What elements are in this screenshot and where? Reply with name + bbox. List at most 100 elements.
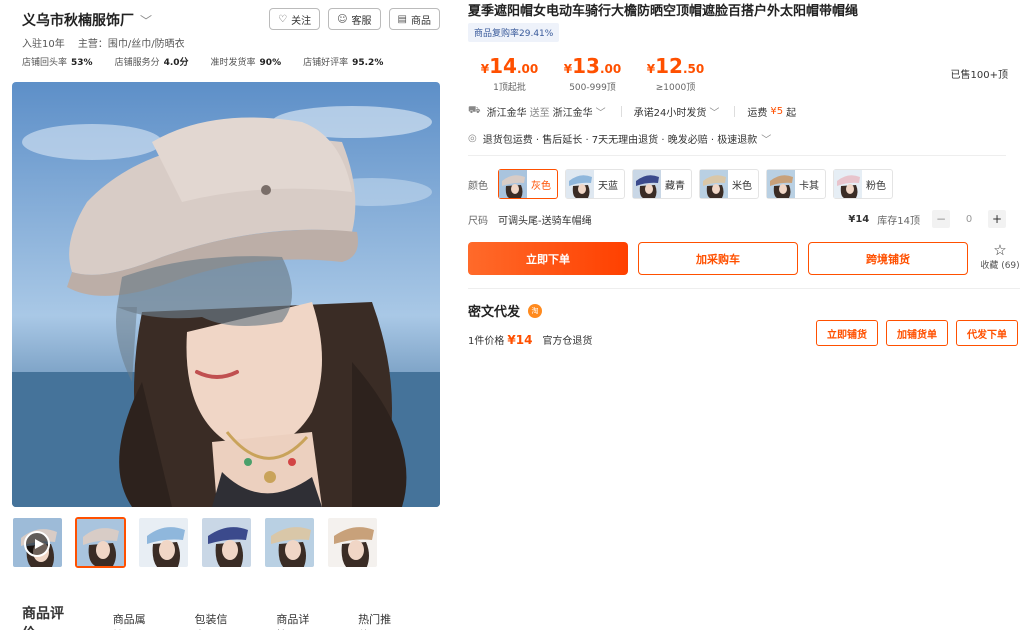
color-option-navy[interactable]: 藏青 [632, 169, 692, 199]
favorite-button[interactable]: ☆ 收藏 (69) [976, 241, 1024, 272]
stat-label: 店铺回头率 [22, 58, 68, 68]
chevron-down-icon[interactable]: ﹀ [709, 104, 719, 119]
dropship-order-button[interactable]: 代发下单 [956, 320, 1018, 346]
shipping-row: ⛟ 浙江金华 送至 浙江金华 ﹀ 承诺24小时发货 ﹀ 运费 ¥5 起 [468, 104, 796, 119]
add-to-cart-button[interactable]: 加采购车 [638, 242, 798, 275]
color-label: 颜色 [468, 180, 488, 192]
color-option-pink[interactable]: 粉色 [833, 169, 893, 199]
ship-to[interactable]: 浙江金华 [553, 104, 593, 119]
size-quantity: ¥14 库存14顶 − 0 + [848, 210, 1006, 228]
products-button[interactable]: ▤ 商品 [388, 8, 440, 30]
thumbnail-navy[interactable] [201, 517, 252, 568]
store-icon: ▤ [397, 13, 407, 25]
dropship-buttons: 立即铺货 加铺货单 代发下单 [816, 320, 1018, 346]
services-row[interactable]: ◎ 退货包运费 · 售后延长 · 7天无理由退货 · 晚发必赔 · 极速退款 ﹀ [468, 131, 777, 146]
stat-value: 4.0分 [163, 58, 189, 68]
swatch-image [566, 170, 594, 198]
price-int: 13 [572, 54, 600, 78]
tab-recommendations[interactable]: 热门推荐 [358, 611, 398, 630]
price-dec: .50 [682, 62, 705, 76]
dropship-info: 1件价格 ¥14 官方仓退货 [468, 332, 593, 348]
swatch-label: 米色 [732, 180, 752, 192]
dropship-price-label: 1件价格 [468, 336, 505, 347]
dropship-returns: 官方仓退货 [542, 336, 593, 347]
stat-return-rate: 店铺回头率 53% [22, 55, 93, 68]
swatch-image [834, 170, 862, 198]
stat-value: 95.2% [352, 58, 384, 68]
decrease-button[interactable]: − [932, 210, 950, 228]
truck-icon: ⛟ [468, 105, 481, 116]
color-selector: 颜色 灰色 天蓝 藏青 米色 卡其 粉色 [468, 169, 893, 199]
stat-positive-rate: 店铺好评率 95.2% [303, 55, 383, 68]
divider [620, 106, 622, 117]
thumbnail-beige[interactable] [264, 517, 315, 568]
size-price: ¥14 [848, 213, 870, 225]
thumbnail-khaki[interactable] [327, 517, 378, 568]
product-title: 夏季遮阳帽女电动车骑行大檐防晒空顶帽遮脸百搭户外太阳帽带帽绳 [468, 4, 859, 19]
price-qty: 1顶起批 [493, 83, 526, 93]
swatch-label: 灰色 [531, 180, 551, 192]
main-product-image[interactable] [12, 82, 440, 507]
buy-now-button[interactable]: 立即下单 [468, 242, 628, 275]
services-text: 退货包运费 · 售后延长 · 7天无理由退货 · 晚发必赔 · 极速退款 [482, 135, 758, 146]
divider [468, 155, 1006, 156]
dropship-title: 密文代发 淘 [468, 301, 543, 320]
price-value: ¥13.00 [551, 54, 634, 78]
tab-packaging[interactable]: 包装信息 [195, 611, 235, 630]
cross-border-button[interactable]: 跨境铺货 [808, 242, 968, 275]
chat-icon: ☺ [337, 13, 348, 25]
service-label: 客服 [351, 15, 372, 27]
stat-label: 店铺好评率 [303, 58, 349, 68]
heart-plus-icon: ♡ [278, 13, 288, 25]
ship-to-label: 送至 [529, 108, 550, 119]
swatch-label: 天蓝 [598, 180, 618, 192]
chevron-down-icon[interactable]: ﹀ [140, 14, 152, 28]
detail-tabs: 商品评价 商品属性 包装信息 商品详情 热门推荐 [22, 603, 440, 630]
swatch-image [767, 170, 795, 198]
price-dec: .00 [599, 62, 622, 76]
color-option-sky-blue[interactable]: 天蓝 [565, 169, 625, 199]
currency: ¥ [646, 62, 656, 76]
list-now-button[interactable]: 立即铺货 [816, 320, 878, 346]
shop-stats: 店铺回头率 53% 店铺服务分 4.0分 准时发货率 90% 店铺好评率 95.2% [22, 55, 383, 68]
quantity-input[interactable]: 0 [958, 214, 980, 225]
currency: ¥ [563, 62, 573, 76]
color-option-gray[interactable]: 灰色 [498, 169, 558, 199]
swatch-image [700, 170, 728, 198]
tab-details[interactable]: 商品详情 [276, 611, 316, 630]
ship-fee: ¥5 [770, 106, 784, 117]
thumbnail-gray[interactable] [75, 517, 126, 568]
add-listing-button[interactable]: 加铺货单 [886, 320, 948, 346]
divider [468, 288, 1020, 289]
chevron-down-icon[interactable]: ﹀ [596, 104, 606, 119]
stat-value: 90% [259, 58, 282, 68]
shop-years: 入驻10年 [22, 39, 65, 50]
action-buttons: 立即下单 加采购车 跨境铺货 [468, 242, 968, 275]
taobao-icon: 淘 [528, 303, 543, 318]
play-icon [24, 531, 50, 557]
stat-label: 准时发货率 [210, 58, 256, 68]
customer-service-button[interactable]: ☺ 客服 [328, 8, 381, 30]
swatch-image [499, 170, 527, 198]
swatch-label: 粉色 [866, 180, 886, 192]
price-value: ¥12.50 [634, 54, 717, 78]
shop-name[interactable]: 义乌市秋楠服饰厂 ﹀ [22, 10, 152, 30]
follow-button[interactable]: ♡ 关注 [269, 8, 321, 30]
ship-promise[interactable]: 承诺24小时发货 [634, 104, 707, 119]
color-option-beige[interactable]: 米色 [699, 169, 759, 199]
swatch-label: 卡其 [799, 180, 819, 192]
thumbnail-strip [12, 517, 378, 568]
color-option-khaki[interactable]: 卡其 [766, 169, 826, 199]
chevron-down-icon[interactable]: ﹀ [761, 131, 771, 146]
tab-attributes[interactable]: 商品属性 [113, 611, 153, 630]
shield-check-icon: ◎ [468, 133, 477, 144]
star-icon: ☆ [993, 241, 1007, 259]
shop-header: 义乌市秋楠服饰厂 ﹀ ♡ 关注 ☺ 客服 ▤ 商品 [22, 8, 440, 34]
thumbnail-sky-blue[interactable] [138, 517, 189, 568]
increase-button[interactable]: + [988, 210, 1006, 228]
price-tier: ¥12.50 ≥1000顶 [634, 54, 717, 93]
shop-main-products: 主营：围巾/丝巾/防晒衣 [77, 39, 185, 50]
thumbnail-video[interactable] [12, 517, 63, 568]
price-qty: 500-999顶 [569, 83, 616, 93]
tab-reviews[interactable]: 商品评价 [22, 603, 73, 630]
